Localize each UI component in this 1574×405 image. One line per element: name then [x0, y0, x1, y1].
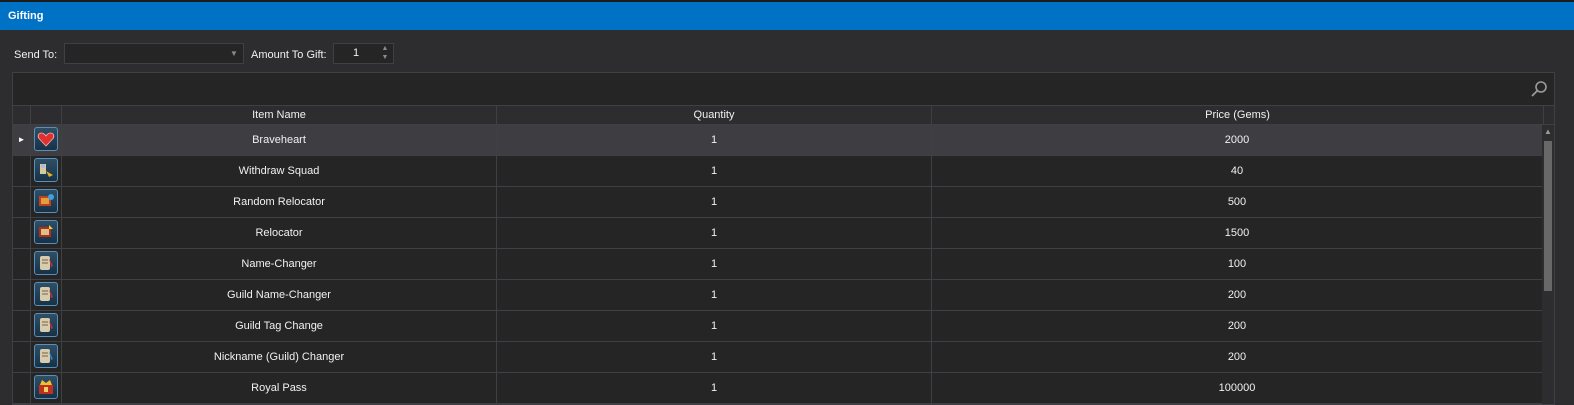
price-cell[interactable]: 200 [932, 342, 1542, 372]
item-name-cell[interactable]: Nickname (Guild) Changer [62, 342, 497, 372]
row-header [13, 280, 31, 310]
price-cell[interactable]: 200 [932, 280, 1542, 310]
quantity-cell[interactable]: 1 [497, 342, 932, 372]
item-icon-cell [31, 249, 62, 279]
heart-icon [34, 127, 58, 151]
quantity-cell[interactable]: 1 [497, 249, 932, 279]
table-row[interactable]: Guild Tag Change 1 200 [13, 311, 1542, 342]
table-row[interactable]: ► Braveheart 1 2000 [13, 125, 1542, 156]
gift-toolbar: Send To: ▼ Amount To Gift: 1 ▲ ▼ [0, 30, 1574, 72]
table-row[interactable]: Name-Changer 1 100 [13, 249, 1542, 280]
item-name-cell[interactable]: Guild Tag Change [62, 311, 497, 341]
item-icon-cell [31, 218, 62, 248]
quantity-cell[interactable]: 1 [497, 311, 932, 341]
price-cell[interactable]: 2000 [932, 125, 1542, 155]
send-to-label: Send To: [14, 49, 58, 61]
item-name-cell[interactable]: Relocator [62, 218, 497, 248]
quantity-cell[interactable]: 1 [497, 218, 932, 248]
scrollbar-thumb[interactable] [1544, 141, 1552, 291]
row-header [13, 373, 31, 403]
send-to-dropdown[interactable]: ▼ [64, 43, 244, 64]
table-row[interactable]: Nickname (Guild) Changer 1 200 [13, 342, 1542, 373]
current-row-arrow-icon: ► [13, 125, 31, 155]
item-icon-cell [31, 156, 62, 186]
amount-to-gift-label: Amount To Gift: [251, 49, 327, 61]
spin-down-icon[interactable]: ▼ [378, 53, 392, 62]
row-header-corner [13, 106, 31, 124]
price-cell[interactable]: 1500 [932, 218, 1542, 248]
row-header [13, 156, 31, 186]
item-icon-cell [31, 280, 62, 310]
search-icon[interactable] [1530, 80, 1548, 98]
column-header-price[interactable]: Price (Gems) [932, 106, 1544, 124]
amount-to-gift-stepper[interactable]: 1 ▲ ▼ [333, 43, 394, 64]
dropdown-arrow-icon[interactable]: ▼ [227, 47, 241, 61]
item-name-cell[interactable]: Royal Pass [62, 373, 497, 403]
row-header [13, 187, 31, 217]
scroll-icon [34, 282, 58, 306]
item-icon-cell [31, 311, 62, 341]
grid-rows: ► Braveheart 1 2000 Withdraw Squad 1 40 [13, 125, 1542, 404]
scroll-icon [34, 344, 58, 368]
item-icon-cell [31, 373, 62, 403]
price-cell[interactable]: 40 [932, 156, 1542, 186]
gift-items-grid: Item Name Quantity Price (Gems) ► Braveh… [12, 72, 1555, 405]
scroll-icon [34, 313, 58, 337]
table-row[interactable]: Royal Pass 1 100000 [13, 373, 1542, 404]
row-header [13, 342, 31, 372]
column-header-quantity[interactable]: Quantity [497, 106, 932, 124]
row-header [13, 311, 31, 341]
quantity-cell[interactable]: 1 [497, 156, 932, 186]
item-name-cell[interactable]: Braveheart [62, 125, 497, 155]
window-title-bar: Gifting [0, 2, 1574, 30]
quantity-cell[interactable]: 1 [497, 187, 932, 217]
amount-to-gift-value[interactable]: 1 [334, 44, 378, 63]
quantity-cell[interactable]: 1 [497, 280, 932, 310]
grid-search-bar [13, 73, 1554, 106]
item-name-cell[interactable]: Withdraw Squad [62, 156, 497, 186]
spin-up-icon[interactable]: ▲ [378, 44, 392, 53]
item-icon-cell [31, 342, 62, 372]
royal-pass-icon [34, 375, 58, 399]
table-row[interactable]: Guild Name-Changer 1 200 [13, 280, 1542, 311]
price-cell[interactable]: 500 [932, 187, 1542, 217]
row-header [13, 218, 31, 248]
item-name-cell[interactable]: Guild Name-Changer [62, 280, 497, 310]
price-cell[interactable]: 100000 [932, 373, 1542, 403]
icon-column-header [31, 106, 62, 124]
price-cell[interactable]: 100 [932, 249, 1542, 279]
vertical-scrollbar[interactable]: ▲ [1542, 125, 1554, 404]
grid-header: Item Name Quantity Price (Gems) [13, 106, 1554, 125]
scroll-icon [34, 251, 58, 275]
item-name-cell[interactable]: Name-Changer [62, 249, 497, 279]
quantity-cell[interactable]: 1 [497, 373, 932, 403]
column-header-item-name[interactable]: Item Name [62, 106, 497, 124]
item-icon-cell [31, 187, 62, 217]
quantity-cell[interactable]: 1 [497, 125, 932, 155]
relocator-icon [34, 220, 58, 244]
table-row[interactable]: Random Relocator 1 500 [13, 187, 1542, 218]
item-icon-cell [31, 125, 62, 155]
window-title: Gifting [8, 10, 44, 22]
table-row[interactable]: Withdraw Squad 1 40 [13, 156, 1542, 187]
scroll-up-icon[interactable]: ▲ [1542, 126, 1554, 138]
withdraw-squad-icon [34, 158, 58, 182]
table-row[interactable]: Relocator 1 1500 [13, 218, 1542, 249]
random-relocator-icon [34, 189, 58, 213]
row-header [13, 249, 31, 279]
price-cell[interactable]: 200 [932, 311, 1542, 341]
item-name-cell[interactable]: Random Relocator [62, 187, 497, 217]
